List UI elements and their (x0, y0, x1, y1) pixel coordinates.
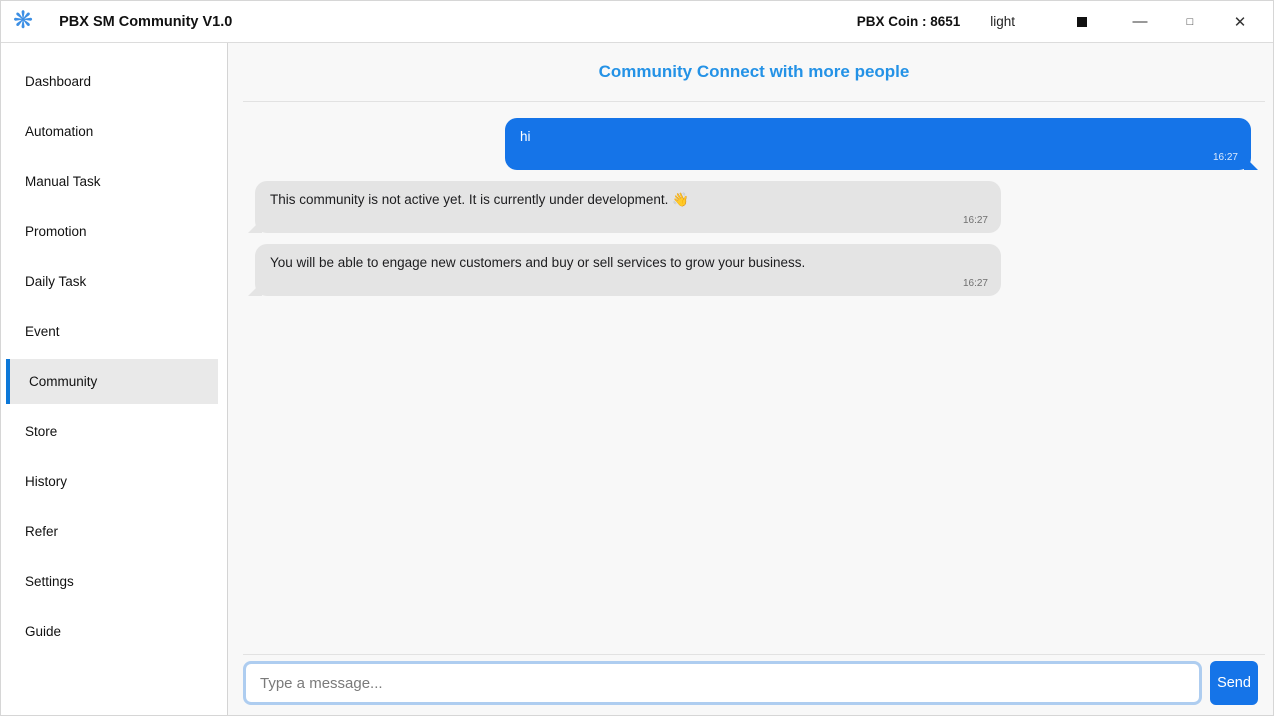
message-input[interactable] (243, 661, 1202, 705)
sidebar-item-community[interactable]: Community (6, 359, 218, 404)
send-button[interactable]: Send (1210, 661, 1258, 705)
sidebar-item-event[interactable]: Event (1, 309, 227, 354)
indicator-square-icon (1077, 17, 1087, 27)
chat-area: hi 16:27 This community is not active ye… (228, 102, 1273, 654)
sidebar-item-store[interactable]: Store (1, 409, 227, 454)
sidebar: Dashboard Automation Manual Task Promoti… (1, 43, 228, 715)
sidebar-item-daily-task[interactable]: Daily Task (1, 259, 227, 304)
sidebar-item-guide[interactable]: Guide (1, 609, 227, 654)
sidebar-item-manual-task[interactable]: Manual Task (1, 159, 227, 204)
content-area: Dashboard Automation Manual Task Promoti… (1, 43, 1273, 715)
app-title: PBX SM Community V1.0 (59, 14, 232, 30)
chat-bubble-incoming: This community is not active yet. It is … (255, 181, 1001, 233)
sidebar-item-settings[interactable]: Settings (1, 559, 227, 604)
main-header: Community Connect with more people (243, 43, 1265, 102)
composer: Send (243, 654, 1265, 715)
sidebar-item-promotion[interactable]: Promotion (1, 209, 227, 254)
message-row: You will be able to engage new customers… (255, 244, 1251, 296)
sidebar-item-history[interactable]: History (1, 459, 227, 504)
message-time: 16:27 (963, 214, 988, 228)
coin-balance: PBX Coin : 8651 (857, 14, 961, 29)
message-text: hi (520, 129, 531, 144)
message-time: 16:27 (963, 277, 988, 291)
minimize-button[interactable]: — (1127, 9, 1153, 35)
titlebar: ❋ PBX SM Community V1.0 PBX Coin : 8651 … (1, 1, 1273, 43)
app-window: ❋ PBX SM Community V1.0 PBX Coin : 8651 … (0, 0, 1274, 716)
message-text: You will be able to engage new customers… (270, 255, 805, 270)
chat-bubble-incoming: You will be able to engage new customers… (255, 244, 1001, 296)
maximize-button[interactable]: □ (1177, 9, 1203, 35)
app-logo-icon: ❋ (13, 9, 33, 33)
sidebar-item-dashboard[interactable]: Dashboard (1, 59, 227, 104)
main-panel: Community Connect with more people hi 16… (228, 43, 1273, 715)
close-button[interactable]: ✕ (1227, 9, 1253, 35)
sidebar-item-automation[interactable]: Automation (1, 109, 227, 154)
message-row: This community is not active yet. It is … (255, 181, 1251, 233)
message-time: 16:27 (1213, 151, 1238, 165)
sidebar-item-refer[interactable]: Refer (1, 509, 227, 554)
message-row: hi 16:27 (255, 118, 1251, 170)
message-text: This community is not active yet. It is … (270, 192, 689, 207)
chat-bubble-outgoing: hi 16:27 (505, 118, 1251, 170)
page-title: Community Connect with more people (599, 62, 910, 82)
theme-selector[interactable]: light (990, 14, 1015, 29)
